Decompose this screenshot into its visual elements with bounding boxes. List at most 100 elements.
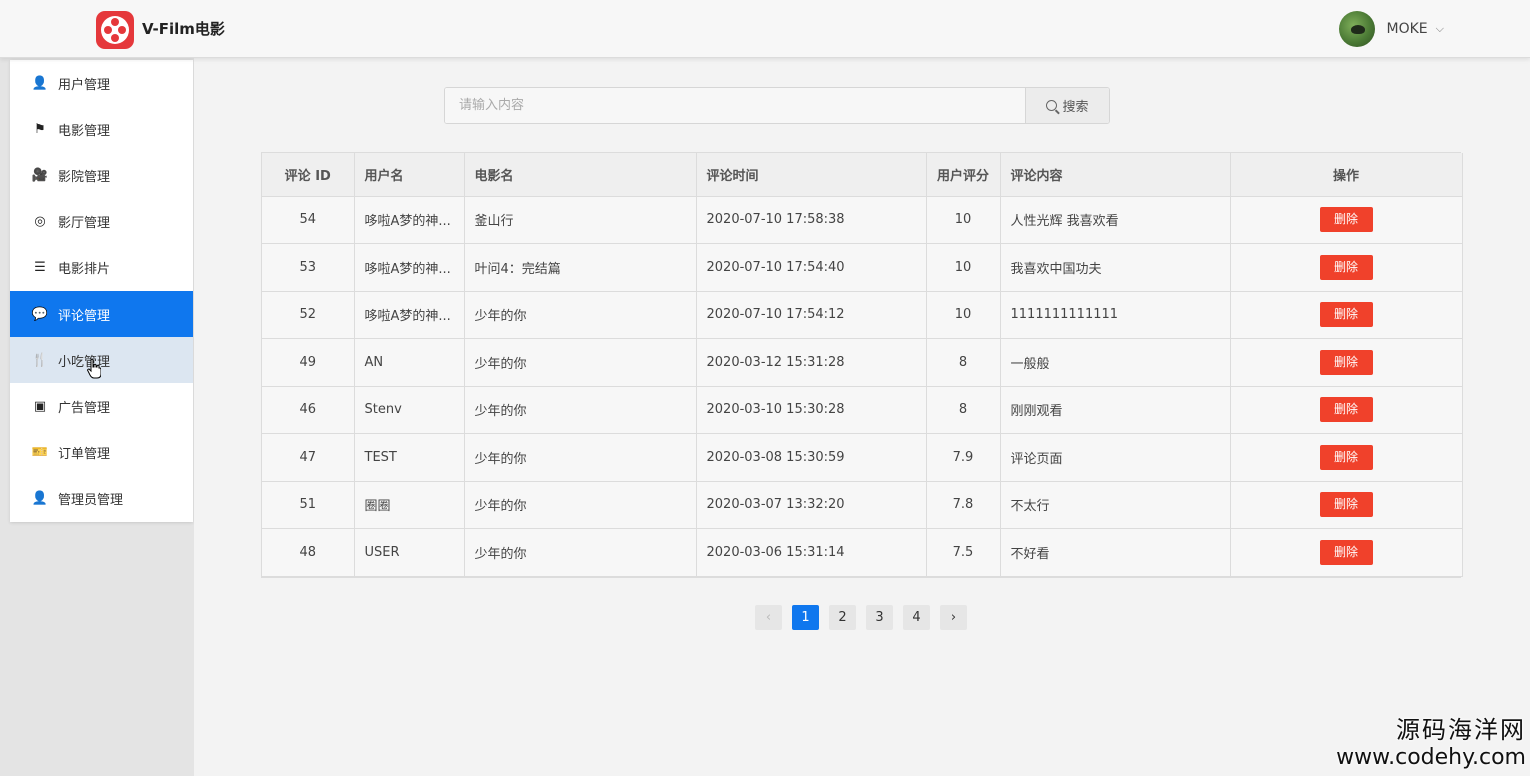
watermark-url: www.codehy.com [1336,745,1526,770]
table-row: 49 AN 少年的你 2020-03-12 15:31:28 8 一般般 删除 [262,338,1463,387]
cell-time: 2020-03-06 15:31:14 [696,528,927,577]
cell-score: 10 [926,196,1001,244]
sidebar-item-8[interactable]: 🎫 订单管理 [10,430,193,476]
cell-user: USER [354,528,465,577]
user-name[interactable]: MOKE [1387,21,1428,37]
cell-score: 10 [926,243,1001,292]
ad-icon: ▣ [33,398,47,414]
main-content: 搜索 评论 ID 用户名 电影名 评论时间 用户评分 评论内容 操作 54哆啦A… [194,58,1530,776]
chevron-down-icon[interactable]: ⌵ [1436,22,1444,36]
cell-movie: 少年的你 [464,338,697,387]
sidebar-item-label: 电影排片 [58,262,111,278]
delete-button[interactable]: 删除 [1319,349,1373,375]
sidebar-item-label: 用户管理 [58,77,111,93]
pagination: ‹ 1 2 3 4 › [755,605,977,630]
top-header: V-Film电影 MOKE ⌵ [0,0,1530,58]
cell-actions: 删除 [1230,433,1463,482]
sidebar-item-2[interactable]: 🎥 影院管理 [10,152,193,198]
search-bar: 搜索 [444,87,1110,124]
delete-button[interactable]: 删除 [1319,207,1373,233]
lifebuoy-icon: ◎ [34,214,46,230]
cell-id: 48 [262,528,355,577]
col-header-time[interactable]: 评论时间 [696,153,927,197]
delete-button[interactable]: 删除 [1319,397,1373,423]
comments-table: 评论 ID 用户名 电影名 评论时间 用户评分 评论内容 操作 54 哆啦A梦的神… [261,152,1463,578]
sidebar-item-label: 影厅管理 [58,216,111,232]
cell-user: 哆啦A梦的神... [354,243,465,292]
sidebar-item-6[interactable]: 🍴 小吃管理 [10,337,193,384]
search-button[interactable]: 搜索 [1025,88,1109,123]
cell-score: 7.5 [926,528,1001,577]
cell-time: 2020-03-12 15:31:28 [696,338,927,387]
cell-id: 47 [262,433,355,482]
sidebar-item-1[interactable]: ⚑ 电影管理 [10,106,193,152]
cell-id: 53 [262,243,355,292]
search-input[interactable] [445,88,1025,123]
cell-time: 2020-07-10 17:54:12 [696,291,927,339]
cell-actions: 删除 [1230,386,1463,434]
search-button-label: 搜索 [1062,100,1089,115]
page-button-2[interactable]: 2 [829,605,856,630]
page-button-1[interactable]: 1 [792,605,819,630]
cell-movie: 少年的你 [464,291,697,339]
col-header-id[interactable]: 评论 ID [262,153,355,197]
sidebar-item-7[interactable]: ▣ 广告管理 [10,383,193,429]
page-button-3[interactable]: 3 [866,605,893,630]
comment-icon: 💬 [31,306,49,322]
sidebar-item-9[interactable]: 👤 管理员管理 [10,476,193,522]
prev-page-button[interactable]: ‹ [755,605,782,630]
cell-id: 49 [262,338,355,387]
cell-user: 哆啦A梦的神... [354,196,465,244]
ticket-icon: 🎫 [31,445,49,461]
watermark-title: 源码海洋网 [1396,716,1526,744]
table-row: 47 TEST 少年的你 2020-03-08 15:30:59 7.9 评论页面 删除 [262,433,1463,482]
cell-user: TEST [354,433,465,482]
sidebar-item-label: 电影管理 [58,123,111,139]
col-header-score[interactable]: 用户评分 [926,153,1001,197]
sidebar-menu: 👤 用户管理 ⚑ 电影管理 🎥 影院管理 ◎ 影厅管理 ☰ 电影排片 💬 评论管理 🍴 小吃管理 ▣ 广告管理… [10,60,193,522]
cell-score: 8 [926,386,1001,434]
sidebar-item-label: 评论管理 [58,308,111,324]
col-header-movie[interactable]: 电影名 [464,153,697,197]
table-header-row: 评论 ID 用户名 电影名 评论时间 用户评分 评论内容 操作 [262,153,1463,197]
hand-cursor-icon [87,359,101,379]
cell-user: 圈圈 [354,481,465,529]
col-header-user[interactable]: 用户名 [354,153,465,197]
cell-movie: 少年的你 [464,433,697,482]
page-button-4[interactable]: 4 [903,605,930,630]
sidebar-item-3[interactable]: ◎ 影厅管理 [10,199,193,245]
table-row: 48 USER 少年的你 2020-03-06 15:31:14 7.5 不好看 删除 [262,528,1463,577]
film-reel-logo-icon [96,11,134,49]
delete-button[interactable]: 删除 [1319,254,1373,280]
cell-time: 2020-07-10 17:54:40 [696,243,927,292]
cell-content: 评论页面 [1000,433,1231,482]
avatar[interactable] [1338,11,1375,47]
cell-id: 46 [262,386,355,434]
user-menu[interactable]: MOKE ⌵ [1338,11,1444,47]
col-header-content[interactable]: 评论内容 [1000,153,1231,197]
delete-button[interactable]: 删除 [1319,302,1373,328]
delete-button[interactable]: 删除 [1319,444,1373,470]
delete-button[interactable]: 删除 [1319,492,1373,518]
cell-user: Stenv [354,386,465,434]
cell-time: 2020-03-08 15:30:59 [696,433,927,482]
cell-actions: 删除 [1230,338,1463,387]
next-page-button[interactable]: › [940,605,967,630]
cell-movie: 少年的你 [464,528,697,577]
cell-movie: 叶问4：完结篇 [464,243,697,292]
sidebar-item-0[interactable]: 👤 用户管理 [10,60,193,106]
sidebar-item-4[interactable]: ☰ 电影排片 [10,245,193,291]
table-row: 51 圈圈 少年的你 2020-03-07 13:32:20 7.8 不太行 删除 [262,481,1463,529]
sidebar-item-label: 小吃管理 [58,354,111,370]
cell-movie: 少年的你 [464,481,697,529]
delete-button[interactable]: 删除 [1319,539,1373,565]
table-row: 46 Stenv 少年的你 2020-03-10 15:30:28 8 刚刚观看 删除 [262,386,1463,434]
cell-content: 我喜欢中国功夫 [1000,243,1231,292]
cell-score: 7.9 [926,433,1001,482]
cell-score: 8 [926,338,1001,387]
sidebar-item-label: 影院管理 [58,169,111,185]
brand-title: V-Film电影 [142,20,225,38]
cell-time: 2020-07-10 17:58:38 [696,196,927,244]
cell-actions: 删除 [1230,481,1463,529]
sidebar-item-5[interactable]: 💬 评论管理 [10,290,193,338]
